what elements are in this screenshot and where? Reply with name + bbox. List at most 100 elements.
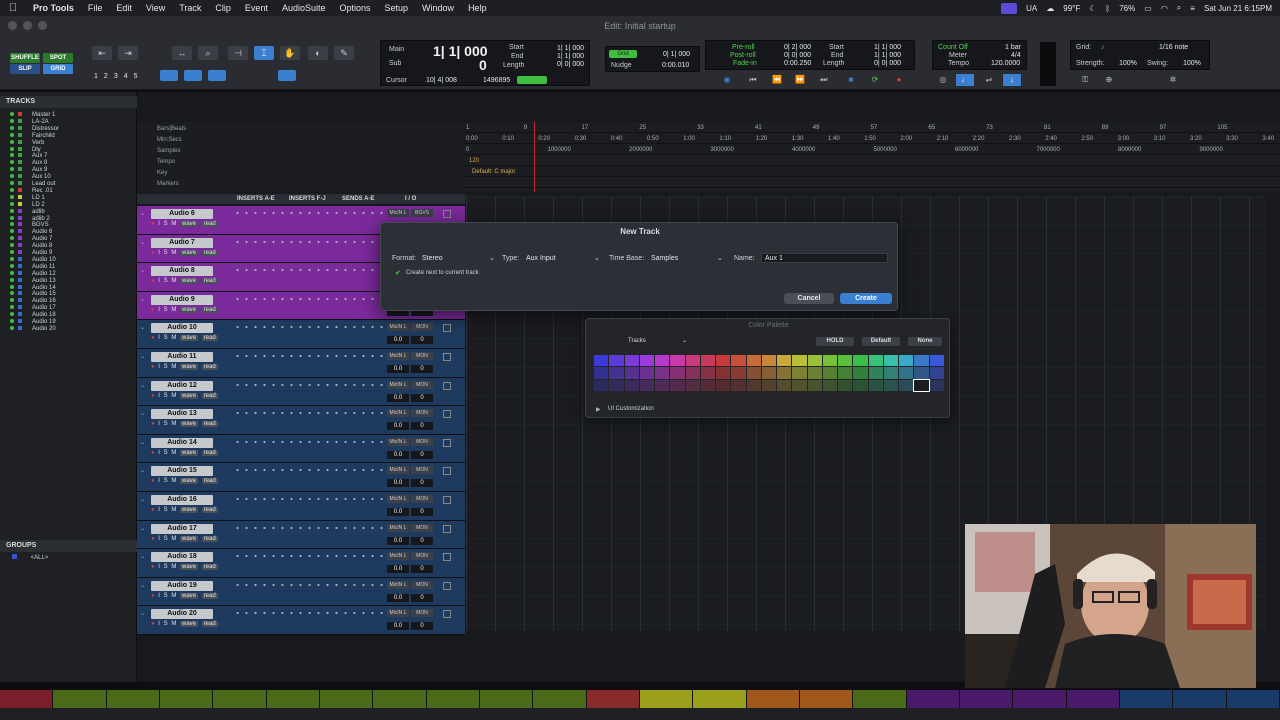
output-selector[interactable]: MON <box>411 580 433 589</box>
track-name-button[interactable]: Audio 12 <box>151 380 213 391</box>
start-value[interactable]: 1| 1| 000 <box>557 45 584 52</box>
color-swatch[interactable] <box>639 379 655 391</box>
track-list-item[interactable]: Audio 13 <box>0 277 128 284</box>
output-selector[interactable]: MON <box>411 380 433 389</box>
visibility-dot-icon[interactable] <box>10 146 14 151</box>
track-list-item[interactable]: Dly <box>0 146 128 153</box>
solo-button[interactable]: S <box>164 335 168 341</box>
record-icon[interactable]: ● <box>890 74 908 86</box>
color-swatch[interactable] <box>853 367 868 379</box>
grabber-tool-icon[interactable]: ✋ <box>280 46 300 60</box>
menu-window[interactable]: Window <box>415 3 461 13</box>
menu-setup[interactable]: Setup <box>378 3 416 13</box>
mini-timeline-strip[interactable] <box>0 690 1280 708</box>
color-swatch[interactable] <box>731 355 746 367</box>
track-header-row[interactable]: ⌄ Audio 20 ● I S M wave read MicIN L MON… <box>137 606 465 635</box>
ruler-label-markers[interactable]: Markers <box>157 181 179 187</box>
input-selector[interactable]: MicIN L <box>387 552 409 561</box>
track-header-row[interactable]: ⌄ Audio 15 ● I S M wave read MicIN L MON… <box>137 463 465 492</box>
color-swatch[interactable] <box>639 355 655 367</box>
mute-button[interactable]: M <box>171 364 176 370</box>
track-list-item[interactable]: Audio 20 <box>0 325 128 332</box>
track-name-button[interactable]: Audio 19 <box>151 580 213 591</box>
input-monitor-button[interactable]: I <box>158 621 160 627</box>
solo-button[interactable]: S <box>164 221 168 227</box>
color-swatch[interactable] <box>914 367 929 379</box>
pan-value[interactable]: 0 <box>411 508 433 516</box>
timeline-clip-block[interactable] <box>693 690 747 708</box>
cancel-button[interactable]: Cancel <box>784 293 834 304</box>
timeline-clip-block[interactable] <box>1119 690 1174 708</box>
visibility-dot-icon[interactable] <box>10 325 14 330</box>
color-swatch[interactable] <box>624 367 639 379</box>
volume-value[interactable]: 0.0 <box>387 508 409 516</box>
record-enable-button[interactable]: ● <box>151 564 155 570</box>
track-list-item[interactable]: Audio 10 <box>0 256 128 263</box>
track-list-item[interactable]: LD 1 <box>0 194 128 201</box>
input-monitor-button[interactable]: I <box>158 593 160 599</box>
track-list-item[interactable]: Verb <box>0 139 128 146</box>
pan-value[interactable]: 0 <box>411 422 433 431</box>
input-monitor-button[interactable]: I <box>158 450 160 456</box>
color-swatch[interactable] <box>929 355 944 367</box>
visibility-dot-icon[interactable] <box>10 174 14 179</box>
magnify-tool-icon[interactable]: ⌕ <box>198 46 218 60</box>
track-header-row[interactable]: ⌄ Audio 17 ● I S M wave read MicIN L MON… <box>137 520 465 550</box>
color-swatch[interactable] <box>761 379 777 391</box>
solo-button[interactable]: S <box>164 364 168 370</box>
menu-options[interactable]: Options <box>332 3 377 13</box>
color-swatch[interactable] <box>731 367 746 379</box>
track-view-selector[interactable]: wave <box>180 335 199 342</box>
timeline-clip-block[interactable] <box>106 690 160 708</box>
smart-tool-icon[interactable] <box>278 70 296 81</box>
scrubber-tool-icon[interactable]: ◐ <box>308 46 328 60</box>
color-swatch[interactable] <box>716 379 731 391</box>
timeline-clip-block[interactable] <box>159 690 214 708</box>
color-swatch[interactable] <box>899 379 914 391</box>
input-selector[interactable]: MicIN L <box>387 209 409 217</box>
input-selector[interactable]: MicIN L <box>387 380 409 389</box>
bars-ruler[interactable]: 1 9 17 25 33 41 49 57 65 73 81 89 97 105 <box>464 122 1280 133</box>
track-view-selector[interactable]: wave <box>180 592 199 599</box>
timeline-clip-block[interactable] <box>639 690 694 708</box>
visibility-dot-icon[interactable] <box>10 243 14 248</box>
visibility-dot-icon[interactable] <box>10 208 14 213</box>
color-swatch[interactable] <box>594 379 609 391</box>
pan-value[interactable]: 0 <box>411 393 433 402</box>
mirror-midi-icon[interactable] <box>208 70 226 81</box>
insert-slots[interactable] <box>233 382 383 387</box>
color-swatch[interactable] <box>670 367 685 379</box>
slip-mode-button[interactable]: SLIP <box>10 64 40 74</box>
timeline-clip-block[interactable] <box>319 690 374 708</box>
track-name-button[interactable]: Audio 16 <box>151 495 213 505</box>
automation-mode-selector[interactable]: read <box>201 421 218 428</box>
close-window-button[interactable] <box>8 21 17 30</box>
zoom-preset-1[interactable]: 1 <box>94 73 104 80</box>
zoom-preset-5[interactable]: 5 <box>134 73 144 80</box>
edit-link-icon[interactable] <box>160 70 178 81</box>
zoom-icon[interactable]: ⊕ <box>1100 74 1118 86</box>
input-monitor-button[interactable]: I <box>158 393 160 399</box>
metronome-icon[interactable]: ♩ <box>956 74 974 86</box>
color-swatch[interactable] <box>807 355 822 367</box>
input-selector[interactable]: MicIN L <box>387 523 409 532</box>
timeline-clip-block[interactable] <box>959 690 1014 708</box>
record-enable-button[interactable]: ● <box>151 364 155 370</box>
ruler-label-bars[interactable]: Bars|Beats <box>157 126 186 132</box>
visibility-dot-icon[interactable] <box>10 270 14 275</box>
weather-icon[interactable]: ☁ <box>1046 4 1054 13</box>
visibility-dot-icon[interactable] <box>10 256 14 261</box>
color-swatch[interactable] <box>609 367 624 379</box>
grid-value[interactable]: 0| 1| 000 <box>663 51 690 58</box>
color-swatch[interactable] <box>746 379 761 391</box>
color-swatch[interactable] <box>716 355 731 367</box>
strength-value[interactable]: 100% <box>1119 60 1137 67</box>
grid-settings-value[interactable]: 1/16 note <box>1159 44 1188 51</box>
fast-forward-icon[interactable]: ⏩ <box>791 74 809 86</box>
minimize-window-button[interactable] <box>23 21 32 30</box>
track-name-button[interactable]: Audio 18 <box>151 552 213 563</box>
battery-icon[interactable]: ▭ <box>1144 4 1152 13</box>
solo-button[interactable]: S <box>164 478 168 484</box>
hold-button[interactable]: HOLD <box>816 337 854 346</box>
insert-slots[interactable] <box>233 611 383 616</box>
